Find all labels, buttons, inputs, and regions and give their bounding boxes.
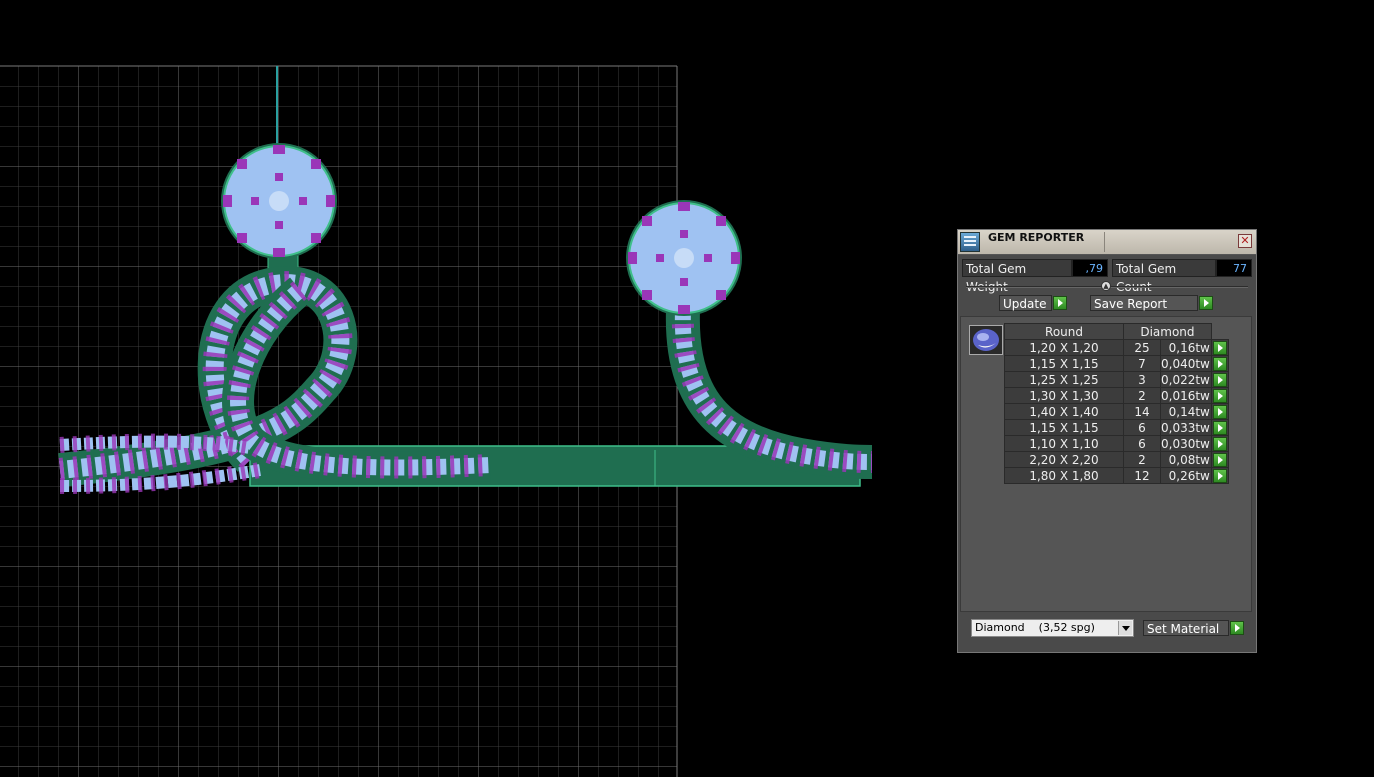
gem-weight: 0,08tw <box>1160 451 1212 468</box>
select-row-icon[interactable] <box>1212 420 1227 435</box>
gem-list-area: Round Diamond 1,20 X 1,20 25 0,16tw 1,15… <box>960 316 1252 612</box>
set-material-go-icon[interactable] <box>1230 621 1244 635</box>
collapse-toggle-icon[interactable]: ▲ <box>1101 281 1111 291</box>
select-row-icon[interactable] <box>1212 356 1227 371</box>
total-gem-count-value: 77 <box>1216 259 1252 277</box>
chevron-down-icon[interactable] <box>1118 621 1132 635</box>
table-row[interactable]: 1,15 X 1,15 6 0,033tw <box>1004 419 1229 436</box>
table-row[interactable]: 1,30 X 1,30 2 0,016tw <box>1004 387 1229 404</box>
row-action <box>1210 387 1229 404</box>
gem-table-header: Round Diamond <box>1004 323 1229 340</box>
gem-reporter-panel: GEM REPORTER ✕ Total Gem Weight ,79 Tota… <box>957 229 1257 653</box>
gem-size: 1,80 X 1,80 <box>1004 467 1124 484</box>
gem-count: 2 <box>1123 451 1161 468</box>
header-spacer <box>1211 324 1228 340</box>
gem-table: Round Diamond 1,20 X 1,20 25 0,16tw 1,15… <box>1004 323 1229 484</box>
gem-size: 1,30 X 1,30 <box>1004 387 1124 404</box>
set-material-button-label: Set Material <box>1147 622 1220 636</box>
row-action <box>1210 339 1229 356</box>
update-button-label: Update <box>1003 297 1047 311</box>
gem-count: 6 <box>1123 419 1161 436</box>
gem-count: 12 <box>1123 467 1161 484</box>
table-row[interactable]: 1,80 X 1,80 12 0,26tw <box>1004 467 1229 484</box>
material-column-header: Diamond <box>1123 323 1212 340</box>
update-go-icon[interactable] <box>1053 296 1067 310</box>
gem-count: 6 <box>1123 435 1161 452</box>
select-row-icon[interactable] <box>1212 404 1227 419</box>
gem-size: 1,15 X 1,15 <box>1004 419 1124 436</box>
panel-title: GEM REPORTER <box>988 231 1085 244</box>
select-row-icon[interactable] <box>1212 372 1227 387</box>
table-row[interactable]: 1,25 X 1,25 3 0,022tw <box>1004 371 1229 388</box>
select-row-icon[interactable] <box>1212 468 1227 483</box>
gem-count: 2 <box>1123 387 1161 404</box>
gem-thumbnail[interactable] <box>969 325 1003 355</box>
select-row-icon[interactable] <box>1212 388 1227 403</box>
row-action <box>1210 371 1229 388</box>
gem-weight: 0,26tw <box>1160 467 1212 484</box>
row-action <box>1210 467 1229 484</box>
table-row[interactable]: 1,40 X 1,40 14 0,14tw <box>1004 403 1229 420</box>
total-gem-weight-label: Total Gem Weight <box>962 259 1072 294</box>
panel-titlebar[interactable]: GEM REPORTER ✕ <box>958 230 1256 255</box>
gem-weight: 0,030tw <box>1160 435 1212 452</box>
gem-weight: 0,033tw <box>1160 419 1212 436</box>
set-material-button[interactable]: Set Material <box>1143 620 1229 636</box>
gem-size: 1,15 X 1,15 <box>1004 355 1124 372</box>
shape-column-header: Round <box>1004 323 1124 340</box>
row-action <box>1210 435 1229 452</box>
gem-size: 1,10 X 1,10 <box>1004 435 1124 452</box>
gem-count: 14 <box>1123 403 1161 420</box>
select-row-icon[interactable] <box>1212 340 1227 355</box>
material-dropdown[interactable]: Diamond (3,52 spg) <box>971 619 1134 637</box>
total-gem-count-label: Total Gem Count <box>1112 259 1216 294</box>
material-footer: Diamond (3,52 spg) Set Material <box>960 614 1252 650</box>
material-dropdown-value: Diamond (3,52 spg) <box>975 621 1095 634</box>
gem-count: 3 <box>1123 371 1161 388</box>
gem-size: 2,20 X 2,20 <box>1004 451 1124 468</box>
close-icon: ✕ <box>1240 234 1250 247</box>
gem-count: 25 <box>1123 339 1161 356</box>
construction-grid <box>0 65 678 777</box>
gem-weight: 0,14tw <box>1160 403 1212 420</box>
select-row-icon[interactable] <box>1212 436 1227 451</box>
save-report-button-label: Save Report <box>1094 297 1168 311</box>
row-action <box>1210 451 1229 468</box>
total-gem-weight-value: ,79 <box>1072 259 1108 277</box>
select-row-icon[interactable] <box>1212 452 1227 467</box>
table-row[interactable]: 2,20 X 2,20 2 0,08tw <box>1004 451 1229 468</box>
gem-size: 1,40 X 1,40 <box>1004 403 1124 420</box>
row-action <box>1210 355 1229 372</box>
update-button[interactable]: Update <box>999 295 1052 311</box>
gem-size: 1,25 X 1,25 <box>1004 371 1124 388</box>
close-button[interactable]: ✕ <box>1238 234 1252 248</box>
save-report-go-icon[interactable] <box>1199 296 1213 310</box>
table-row[interactable]: 1,15 X 1,15 7 0,040tw <box>1004 355 1229 372</box>
gem-count: 7 <box>1123 355 1161 372</box>
titlebar-divider <box>1104 232 1105 252</box>
gem-weight: 0,040tw <box>1160 355 1212 372</box>
gem-weight: 0,016tw <box>1160 387 1212 404</box>
table-row[interactable]: 1,20 X 1,20 25 0,16tw <box>1004 339 1229 356</box>
gem-size: 1,20 X 1,20 <box>1004 339 1124 356</box>
save-report-button[interactable]: Save Report <box>1090 295 1198 311</box>
table-row[interactable]: 1,10 X 1,10 6 0,030tw <box>1004 435 1229 452</box>
gem-weight: 0,16tw <box>1160 339 1212 356</box>
gem-weight: 0,022tw <box>1160 371 1212 388</box>
row-action <box>1210 419 1229 436</box>
gem-reporter-app-icon <box>960 232 980 252</box>
round-gem-icon <box>973 329 999 351</box>
row-action <box>1210 403 1229 420</box>
